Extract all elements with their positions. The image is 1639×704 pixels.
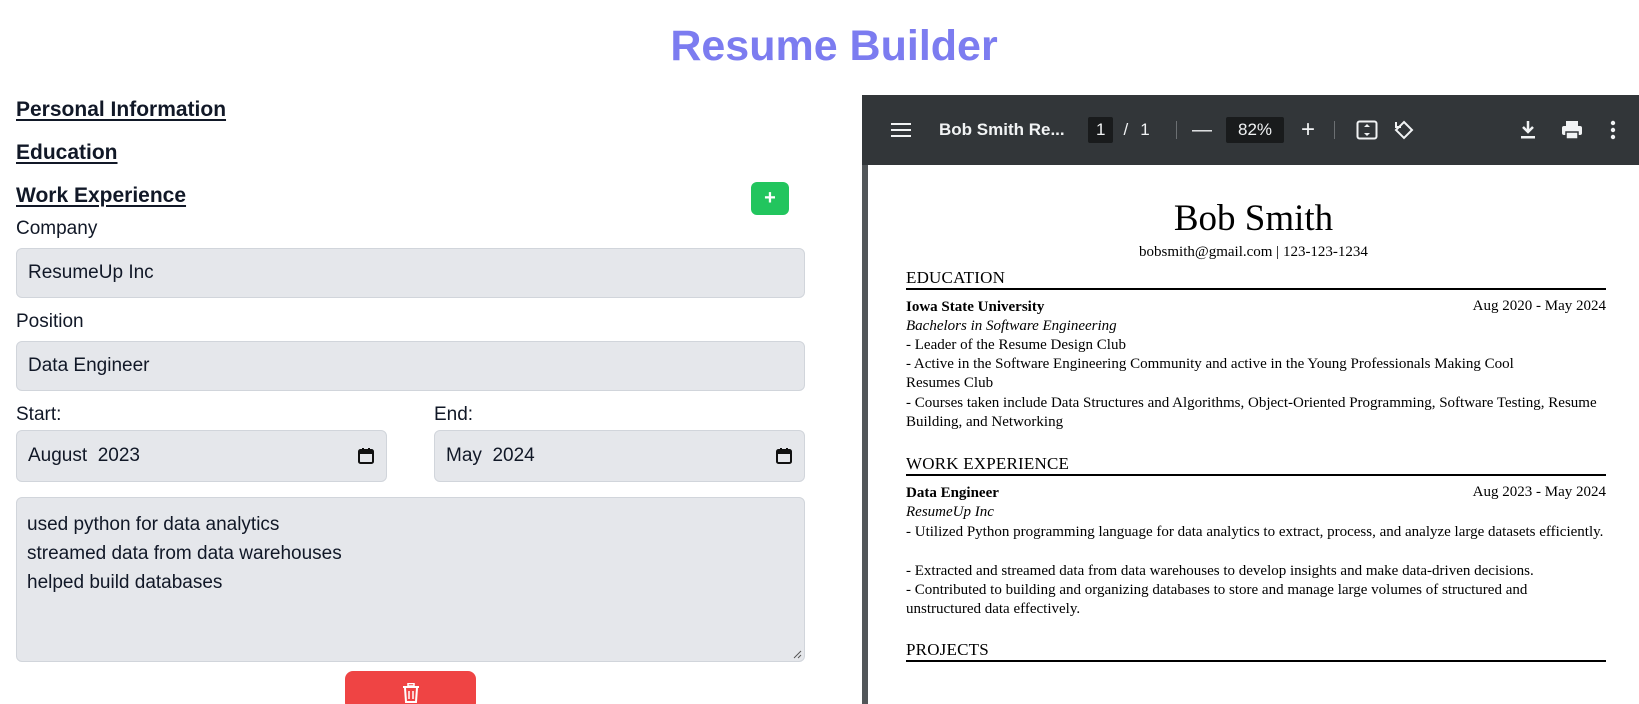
zoom-level: 82% xyxy=(1226,95,1285,165)
section-divider xyxy=(906,288,1606,290)
position-label: Position xyxy=(16,311,84,332)
education-heading: EDUCATION xyxy=(906,268,1006,287)
resume-name: Bob Smith xyxy=(1173,198,1334,239)
pdf-toolbar: Bob Smith Re... 1 / 1 — 82% + xyxy=(862,95,1639,165)
calendar-icon[interactable] xyxy=(357,447,375,465)
education-bullet: - Active in the Software Engineering Com… xyxy=(906,356,1514,391)
section-divider xyxy=(906,474,1606,476)
description-line: streamed data from data warehouses xyxy=(27,543,342,564)
more-vert-icon xyxy=(1610,120,1616,140)
print-button[interactable] xyxy=(1561,95,1583,165)
work-experience-heading: WORK EXPERIENCE xyxy=(906,454,1070,473)
start-date-label: Start: xyxy=(16,404,62,425)
resume-contact: bobsmith@gmail.com | 123-123-1234 xyxy=(1139,244,1368,260)
toolbar-divider xyxy=(1176,121,1177,139)
section-divider xyxy=(906,660,1606,662)
start-date-input[interactable]: August 2023 xyxy=(16,430,387,482)
job-company: ResumeUp Inc xyxy=(906,504,994,520)
more-options-button[interactable] xyxy=(1610,95,1616,165)
position-input[interactable]: Data Engineer xyxy=(16,341,805,391)
end-date-value: May 2024 xyxy=(446,445,535,466)
description-textarea[interactable]: used python for data analytics streamed … xyxy=(16,497,805,662)
section-work-experience[interactable]: Work Experience xyxy=(16,184,186,208)
download-icon xyxy=(1521,121,1535,139)
zoom-in-button[interactable]: + xyxy=(1301,95,1315,165)
resume-page: Bob Smith bobsmith@gmail.com | 123-123-1… xyxy=(868,165,1639,704)
page-total: 1 xyxy=(1140,120,1150,139)
end-date-label: End: xyxy=(434,404,474,425)
job-dates: Aug 2023 - May 2024 xyxy=(1472,484,1606,500)
company-label: Company xyxy=(16,218,98,239)
page-navigation: 1 / 1 xyxy=(1088,95,1150,165)
rotate-icon xyxy=(1394,120,1414,140)
rotate-button[interactable] xyxy=(1393,95,1415,165)
app-title: Resume Builder xyxy=(670,22,998,70)
plus-icon: + xyxy=(764,187,776,209)
school-dates: Aug 2020 - May 2024 xyxy=(1472,298,1606,314)
print-icon xyxy=(1562,121,1582,140)
trash-icon xyxy=(402,683,419,703)
minus-icon: — xyxy=(1192,118,1212,141)
position-value: Data Engineer xyxy=(28,355,150,376)
work-bullet: - Utilized Python programming language f… xyxy=(906,524,1604,540)
description-line: used python for data analytics xyxy=(27,514,280,535)
projects-heading: PROJECTS xyxy=(906,640,989,659)
calendar-icon[interactable] xyxy=(775,447,793,465)
pdf-viewer: Bob Smith Re... 1 / 1 — 82% + Bob Smith … xyxy=(862,95,1639,704)
description-line: helped build databases xyxy=(27,572,223,593)
menu-button[interactable] xyxy=(890,95,912,165)
fit-page-icon xyxy=(1356,120,1378,140)
zoom-level-input[interactable]: 82% xyxy=(1226,117,1285,143)
toolbar-divider xyxy=(1334,121,1335,139)
resize-grip-icon[interactable] xyxy=(792,649,802,659)
start-date-value: August 2023 xyxy=(28,445,140,466)
zoom-out-button[interactable]: — xyxy=(1192,95,1212,165)
document-title: Bob Smith Re... xyxy=(939,120,1065,139)
section-personal-information[interactable]: Personal Information xyxy=(16,98,226,122)
education-bullet: - Courses taken include Data Structures … xyxy=(906,395,1597,430)
plus-icon: + xyxy=(1301,116,1316,143)
delete-work-experience-button[interactable] xyxy=(345,671,476,704)
degree: Bachelors in Software Engineering xyxy=(906,318,1117,334)
hamburger-icon xyxy=(891,123,911,137)
download-button[interactable] xyxy=(1519,95,1537,165)
section-education[interactable]: Education xyxy=(16,141,118,165)
page-separator: / xyxy=(1123,120,1129,139)
fit-page-button[interactable] xyxy=(1356,95,1378,165)
work-bullet: - Extracted and streamed data from data … xyxy=(906,563,1534,579)
work-bullet: - Contributed to building and organizing… xyxy=(906,582,1528,617)
company-input[interactable]: ResumeUp Inc xyxy=(16,248,805,298)
page-number-input[interactable]: 1 xyxy=(1088,117,1114,143)
education-bullet: - Leader of the Resume Design Club xyxy=(906,337,1126,353)
add-work-experience-button[interactable]: + xyxy=(751,182,789,215)
company-value: ResumeUp Inc xyxy=(28,262,154,283)
end-date-input[interactable]: May 2024 xyxy=(434,430,805,482)
